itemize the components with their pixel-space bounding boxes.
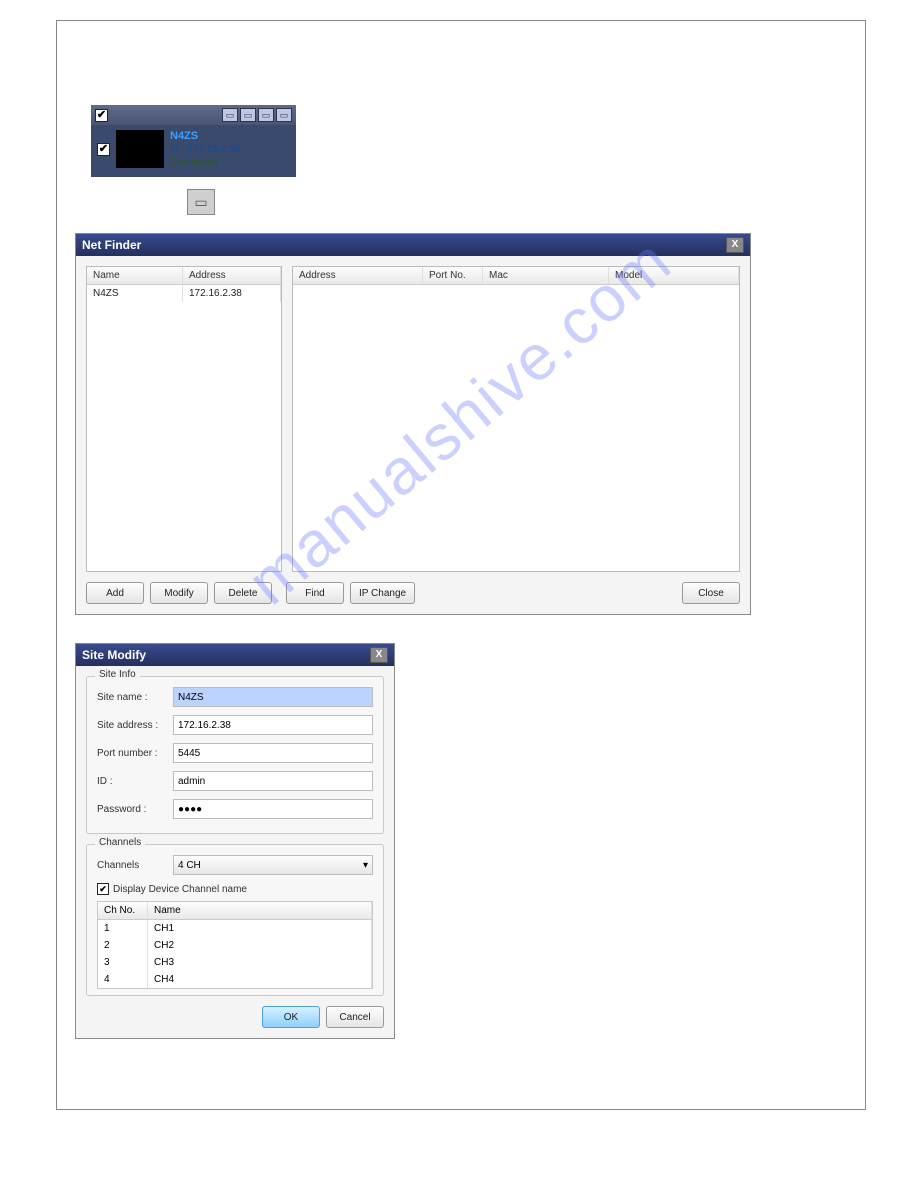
- ch-no: 4: [98, 971, 148, 988]
- ok-button[interactable]: OK: [262, 1006, 320, 1028]
- sitename-label: Site name :: [97, 692, 167, 703]
- netfinder-titlebar: Net Finder X: [76, 234, 750, 256]
- ch-no: 2: [98, 937, 148, 954]
- siteaddress-label: Site address :: [97, 720, 167, 731]
- device-list-header: Address Port No. Mac Model: [293, 267, 739, 285]
- password-input[interactable]: [173, 799, 373, 819]
- channels-select[interactable]: 4 CH ▾: [173, 855, 373, 875]
- ch-name: CH3: [148, 954, 372, 971]
- col-chname: Name: [148, 902, 372, 919]
- add-button[interactable]: Add: [86, 582, 144, 604]
- site-list-header: Name Address: [87, 267, 281, 285]
- sitemodify-title: Site Modify: [82, 648, 146, 662]
- close-button[interactable]: Close: [682, 582, 740, 604]
- col-model: Model: [609, 267, 739, 284]
- cancel-button[interactable]: Cancel: [326, 1006, 384, 1028]
- channel-table-header: Ch No. Name: [98, 902, 372, 920]
- channels-legend: Channels: [95, 837, 145, 848]
- site-list-panel: Name Address N4ZS 172.16.2.38: [86, 266, 282, 572]
- siteinfo-legend: Site Info: [95, 669, 140, 680]
- netfinder-title: Net Finder: [82, 238, 141, 252]
- siteaddress-input[interactable]: [173, 715, 373, 735]
- table-row[interactable]: 4 CH4: [98, 971, 372, 988]
- password-label: Password :: [97, 804, 167, 815]
- portnumber-label: Port number :: [97, 748, 167, 759]
- siteinfo-fieldset: Site Info Site name : Site address : Por…: [86, 676, 384, 834]
- device-thumbnail: [116, 130, 164, 168]
- device-name: N4ZS: [170, 129, 240, 143]
- channel-table: Ch No. Name 1 CH1 2 CH2 3 CH3: [97, 901, 373, 989]
- modify-button[interactable]: Modify: [150, 582, 208, 604]
- row-address: 172.16.2.38: [183, 285, 281, 302]
- row-name: N4ZS: [87, 285, 183, 302]
- col-name: Name: [87, 267, 183, 284]
- toolbar-icon-2[interactable]: ▭: [240, 108, 256, 122]
- delete-button[interactable]: Delete: [214, 582, 272, 604]
- channels-value: 4 CH: [178, 860, 201, 871]
- toolbar-icon-4[interactable]: ▭: [276, 108, 292, 122]
- ch-name: CH4: [148, 971, 372, 988]
- device-list-panel: Address Port No. Mac Model: [292, 266, 740, 572]
- chevron-down-icon: ▾: [363, 860, 368, 871]
- close-icon[interactable]: X: [726, 237, 744, 253]
- col-address: Address: [293, 267, 423, 284]
- table-row[interactable]: 1 CH1: [98, 920, 372, 937]
- table-row[interactable]: 3 CH3: [98, 954, 372, 971]
- ch-name: CH1: [148, 920, 372, 937]
- page-frame: ✔ ▭ ▭ ▭ ▭ ✔ N4ZS IP : 172.16.2.38 Connec…: [56, 20, 866, 1110]
- id-label: ID :: [97, 776, 167, 787]
- find-button[interactable]: Find: [286, 582, 344, 604]
- col-address: Address: [183, 267, 281, 284]
- ipchange-button[interactable]: IP Change: [350, 582, 415, 604]
- select-all-checkbox[interactable]: ✔: [95, 109, 108, 122]
- display-channel-label: Display Device Channel name: [113, 884, 247, 895]
- display-channel-checkbox[interactable]: ✔: [97, 883, 109, 895]
- ch-name: CH2: [148, 937, 372, 954]
- device-row[interactable]: ✔ N4ZS IP : 172.16.2.38 Connected: [91, 125, 296, 177]
- close-icon[interactable]: X: [370, 647, 388, 663]
- toolbar-icon-1[interactable]: ▭: [222, 108, 238, 122]
- col-port: Port No.: [423, 267, 483, 284]
- col-chno: Ch No.: [98, 902, 148, 919]
- list-item[interactable]: N4ZS 172.16.2.38: [87, 285, 281, 302]
- device-checkbox[interactable]: ✔: [97, 143, 110, 156]
- device-status: Connected: [170, 156, 240, 169]
- upload-icon[interactable]: ▭: [187, 189, 215, 215]
- id-input[interactable]: [173, 771, 373, 791]
- ch-no: 3: [98, 954, 148, 971]
- sitemodify-titlebar: Site Modify X: [76, 644, 394, 666]
- channels-fieldset: Channels Channels 4 CH ▾ ✔ Display Devic…: [86, 844, 384, 996]
- ch-no: 1: [98, 920, 148, 937]
- toolbar-icon-3[interactable]: ▭: [258, 108, 274, 122]
- portnumber-input[interactable]: [173, 743, 373, 763]
- col-mac: Mac: [483, 267, 609, 284]
- device-ip: IP : 172.16.2.38: [170, 143, 240, 156]
- device-panel-header: ✔ ▭ ▭ ▭ ▭: [91, 105, 296, 125]
- channels-label: Channels: [97, 860, 167, 871]
- table-row[interactable]: 2 CH2: [98, 937, 372, 954]
- sitename-input[interactable]: [173, 687, 373, 707]
- netfinder-window: Net Finder X Name Address N4ZS 172.16.2.…: [75, 233, 751, 615]
- device-text: N4ZS IP : 172.16.2.38 Connected: [170, 129, 240, 169]
- device-panel: ✔ ▭ ▭ ▭ ▭ ✔ N4ZS IP : 172.16.2.38 Connec…: [91, 105, 296, 177]
- sitemodify-window: Site Modify X Site Info Site name : Site…: [75, 643, 395, 1039]
